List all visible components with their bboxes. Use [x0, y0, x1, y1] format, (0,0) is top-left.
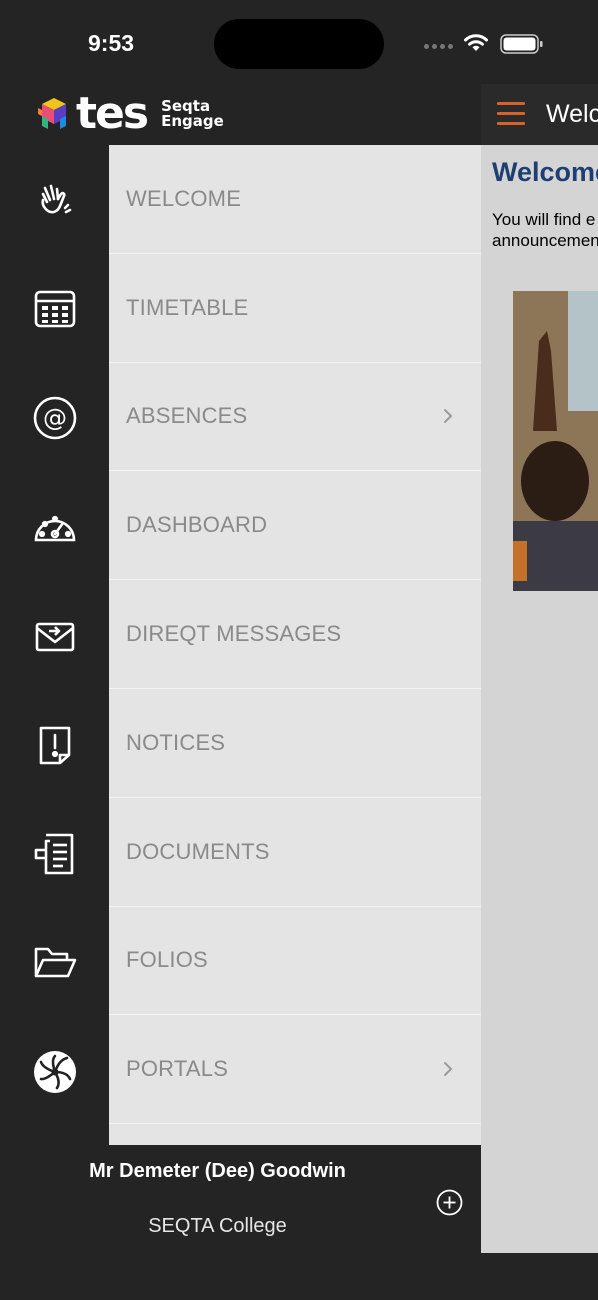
menu-item-partial[interactable] [109, 1124, 481, 1145]
menu-item-label: DOCUMENTS [126, 838, 270, 864]
wifi-icon [464, 34, 488, 51]
menu-item-label: WELCOME [126, 185, 242, 211]
at-sign-icon[interactable]: @ [33, 396, 77, 440]
tes-logo-cubes-icon [38, 98, 66, 129]
drawer-menu: WELCOME TIMETABLE ABSENCES DASHBOARD DIR… [109, 145, 481, 1145]
gauge-icon[interactable] [33, 505, 77, 549]
user-name: Mr Demeter (Dee) Goodwin [89, 1160, 346, 1182]
drawer-icon-rail: @ [0, 145, 109, 1145]
document-icon[interactable] [33, 832, 77, 876]
menu-item-absences[interactable]: ABSENCES [109, 363, 481, 472]
menu-item-label: FOLIOS [126, 947, 208, 973]
svg-text:@: @ [43, 404, 67, 432]
page-header-title: Welc [546, 100, 598, 128]
page-intro-text: You will find e announcemen [492, 209, 598, 251]
portal-swirl-icon[interactable] [33, 1050, 77, 1094]
notice-exclamation-icon[interactable] [33, 723, 77, 767]
menu-item-portals[interactable]: PORTALS [109, 1015, 481, 1125]
menu-item-folios[interactable]: FOLIOS [109, 907, 481, 1016]
hamburger-icon[interactable] [497, 102, 525, 126]
cellular-signal-icon [424, 44, 453, 49]
envelope-arrow-icon[interactable] [33, 614, 77, 658]
status-time: 9:53 [88, 30, 135, 56]
menu-item-label: NOTICES [126, 729, 226, 755]
timetable-grid-icon[interactable] [33, 287, 77, 331]
menu-item-label: TIMETABLE [126, 294, 249, 320]
classroom-photo [513, 291, 598, 591]
waving-hand-icon[interactable] [33, 178, 77, 222]
chevron-right-icon [444, 1062, 453, 1077]
menu-item-label: DIREQT MESSAGES [126, 621, 342, 647]
battery-icon [500, 34, 543, 54]
menu-item-label: ABSENCES [126, 403, 248, 429]
menu-item-notices[interactable]: NOTICES [109, 689, 481, 798]
menu-item-timetable[interactable]: TIMETABLE [109, 254, 481, 363]
seqta-wordmark-line-2: Engage [161, 112, 224, 130]
page-intro-line-2: announcemen [492, 231, 598, 250]
page-title: Welcome [492, 157, 598, 187]
menu-item-label: PORTALS [126, 1056, 229, 1082]
tes-logo: tes Seqta Engage [36, 88, 224, 139]
page-content: Welcome You will find e announcemen [481, 145, 598, 1253]
chevron-right-icon [444, 409, 453, 424]
school-name: SEQTA College [148, 1215, 287, 1237]
page-header: Welc [481, 84, 598, 145]
plus-circle-icon[interactable] [436, 1189, 463, 1216]
dynamic-island [214, 19, 384, 69]
folder-open-icon[interactable] [33, 941, 77, 985]
page-intro-line-1: You will find e [492, 210, 596, 229]
menu-item-welcome[interactable]: WELCOME [109, 145, 481, 254]
tes-logo-wordmark: tes [76, 88, 149, 139]
menu-item-dashboard[interactable]: DASHBOARD [109, 471, 481, 581]
menu-item-label: DASHBOARD [126, 512, 268, 538]
menu-item-direqt-messages[interactable]: DIREQT MESSAGES [109, 580, 481, 689]
menu-item-documents[interactable]: DOCUMENTS [109, 798, 481, 907]
seqta-engage-wordmark: Seqta Engage [161, 99, 224, 129]
